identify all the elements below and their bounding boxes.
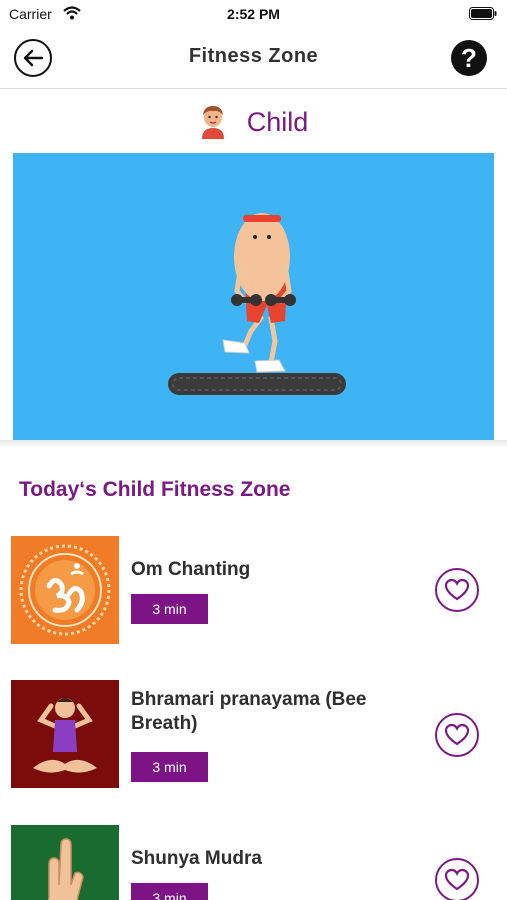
status-time: 2:52 PM <box>227 6 280 22</box>
favorite-button[interactable] <box>435 858 479 900</box>
om-symbol-icon <box>11 536 119 644</box>
hero-divider <box>0 440 507 448</box>
section-heading: Today‘s Child Fitness Zone <box>19 478 291 501</box>
om-thumbnail <box>11 536 119 644</box>
heart-icon <box>444 868 470 891</box>
bee-breath-thumbnail <box>11 680 119 788</box>
favorite-button[interactable] <box>435 713 479 757</box>
battery-icon <box>469 7 497 20</box>
meditation-pose-icon <box>11 680 119 788</box>
hand-mudra-icon <box>11 825 119 900</box>
heart-icon <box>444 578 470 601</box>
list-item[interactable]: Bhramari pranayama (Bee Breath) 3 min <box>0 680 507 790</box>
exercise-title: Bhramari pranayama (Bee Breath) <box>131 689 367 734</box>
list-item[interactable]: Om Chanting 3 min <box>0 536 507 646</box>
exercise-title: Om Chanting <box>131 559 251 580</box>
exercise-title: Shunya Mudra <box>131 848 262 869</box>
help-button[interactable]: ? <box>451 40 487 76</box>
navigation-bar: Fitness Zone ? <box>0 26 507 89</box>
page-title: Fitness Zone <box>188 45 319 67</box>
heart-icon <box>444 723 470 746</box>
exercise-animation[interactable] <box>13 153 494 440</box>
list-item[interactable]: Shunya Mudra 3 min <box>0 825 507 900</box>
duration-badge: 3 min <box>131 752 208 782</box>
category-header: Child <box>0 100 507 144</box>
category-label: Child <box>246 106 309 137</box>
duration-badge: 3 min <box>131 883 208 900</box>
duration-badge: 3 min <box>131 594 208 624</box>
treadmill-runner-illustration <box>168 213 346 395</box>
status-bar: Carrier 2:52 PM <box>0 0 507 26</box>
child-avatar-icon <box>201 106 224 139</box>
favorite-button[interactable] <box>435 568 479 612</box>
shunya-mudra-thumbnail <box>11 825 119 900</box>
